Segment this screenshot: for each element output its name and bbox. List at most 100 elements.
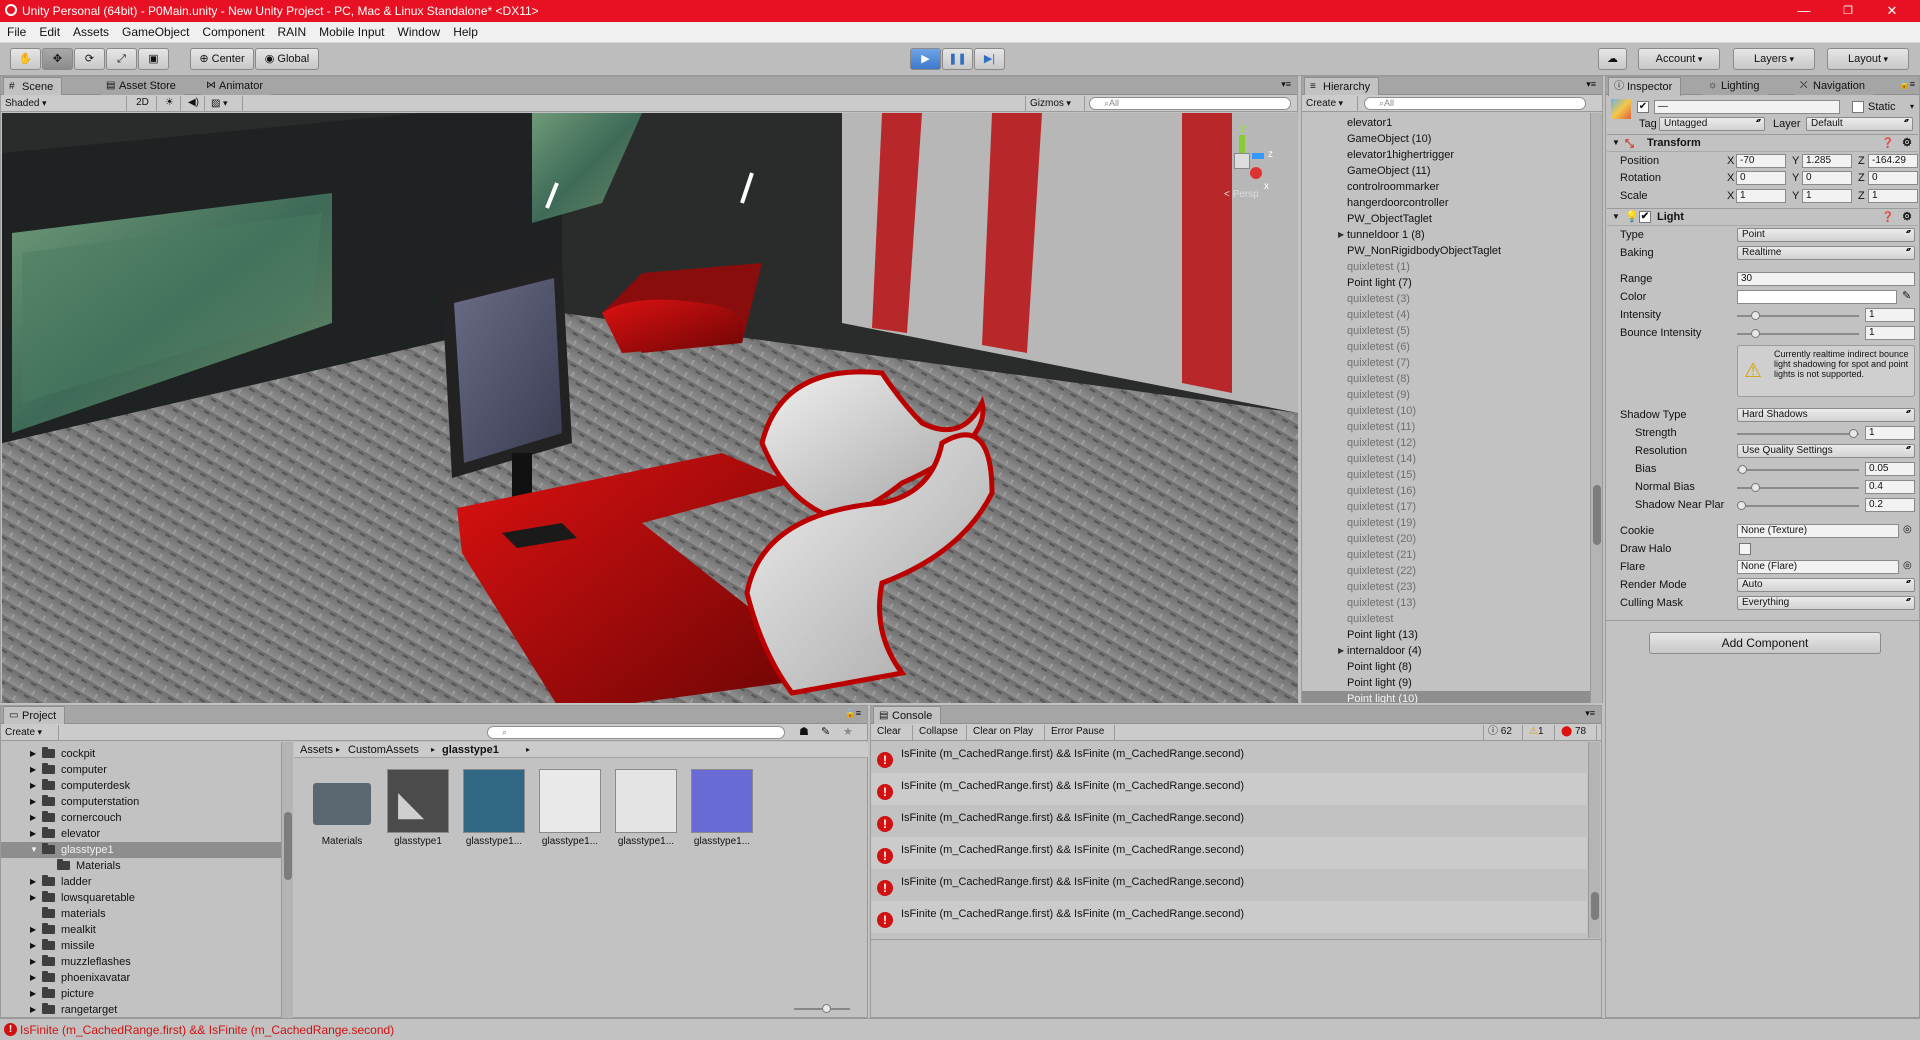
console-info-filter[interactable]: ⓘ 62: [1483, 725, 1523, 740]
folder-item[interactable]: ▶ mealkit: [1, 922, 281, 938]
gizmo-x-arrow[interactable]: [1250, 167, 1262, 179]
hierarchy-item[interactable]: controlroommarker: [1302, 179, 1590, 195]
light-enabled-checkbox[interactable]: ✔: [1639, 211, 1651, 223]
console-clear-on-play-button[interactable]: Clear on Play: [969, 725, 1045, 740]
hierarchy-item[interactable]: quixletest (5): [1302, 323, 1590, 339]
hierarchy-item[interactable]: quixletest (11): [1302, 419, 1590, 435]
audio-toggle[interactable]: ◀): [183, 96, 205, 111]
console-scrollbar[interactable]: [1588, 742, 1600, 938]
layers-dropdown[interactable]: Layers: [1733, 48, 1815, 70]
add-component-button[interactable]: Add Component: [1649, 632, 1881, 654]
bias-slider-knob[interactable]: [1738, 465, 1747, 474]
scale-x-field[interactable]: 1: [1736, 189, 1786, 203]
hierarchy-item[interactable]: quixletest (12): [1302, 435, 1590, 451]
hierarchy-item[interactable]: quixletest: [1302, 611, 1590, 627]
hierarchy-search-input[interactable]: ⌕All: [1364, 97, 1586, 110]
projection-label[interactable]: < Persp: [1224, 189, 1259, 200]
expand-arrow-icon[interactable]: ▶: [30, 986, 36, 1002]
menu-gameobject[interactable]: GameObject: [115, 22, 195, 39]
console-menu-icon[interactable]: ▾≡: [1585, 708, 1595, 719]
asset-material[interactable]: [691, 769, 753, 833]
folder-tree-scroll-thumb[interactable]: [284, 812, 292, 880]
expand-arrow-icon[interactable]: ▶: [30, 938, 36, 954]
asset-folder[interactable]: [311, 769, 373, 833]
folder-item[interactable]: ▶ computerdesk: [1, 778, 281, 794]
console-error-filter[interactable]: ⬤ 78: [1557, 725, 1597, 740]
favorite-star-icon[interactable]: ★: [843, 725, 853, 738]
expand-arrow-icon[interactable]: ▶: [30, 890, 36, 906]
strength-field[interactable]: 1: [1865, 426, 1915, 440]
folder-item[interactable]: materials: [1, 906, 281, 922]
light-type-dropdown[interactable]: Point: [1737, 228, 1915, 242]
hierarchy-item[interactable]: PW_ObjectTaglet: [1302, 211, 1590, 227]
draw-halo-checkbox[interactable]: [1739, 543, 1751, 555]
cookie-field[interactable]: None (Texture): [1737, 524, 1899, 538]
pause-button[interactable]: ❚❚: [942, 48, 973, 70]
folder-tree-scrollbar[interactable]: [281, 742, 293, 1018]
hierarchy-item[interactable]: elevator1highertrigger: [1302, 147, 1590, 163]
bounce-intensity-slider[interactable]: [1737, 326, 1859, 340]
folder-item[interactable]: ▶ computer: [1, 762, 281, 778]
hierarchy-item[interactable]: quixletest (7): [1302, 355, 1590, 371]
hierarchy-item[interactable]: Point light (10): [1302, 691, 1590, 703]
menu-edit[interactable]: Edit: [32, 22, 66, 39]
project-menu-icon[interactable]: 🔒≡: [845, 708, 861, 719]
tab-hierarchy[interactable]: ≡ Hierarchy: [1304, 77, 1380, 96]
gizmo-z-arrow[interactable]: [1252, 153, 1264, 159]
close-button[interactable]: ✕: [1870, 0, 1914, 22]
bounce-intensity-field[interactable]: 1: [1865, 326, 1915, 340]
hierarchy-item[interactable]: quixletest (3): [1302, 291, 1590, 307]
play-button[interactable]: ▶: [910, 48, 941, 70]
bias-slider[interactable]: [1737, 462, 1859, 476]
hierarchy-item[interactable]: quixletest (10): [1302, 403, 1590, 419]
expand-arrow-icon[interactable]: ▶: [30, 1002, 36, 1018]
folder-item[interactable]: ▶ missile: [1, 938, 281, 954]
step-button[interactable]: ▶|: [974, 48, 1005, 70]
console-entry[interactable]: ! IsFinite (m_CachedRange.first) && IsFin…: [871, 773, 1587, 805]
light-header[interactable]: ▼ 💡 ✔ Light ❓ ⚙: [1607, 208, 1918, 226]
culling-mask-dropdown[interactable]: Everything: [1737, 596, 1915, 610]
gizmos-dropdown[interactable]: Gizmos: [1025, 96, 1085, 111]
hierarchy-item[interactable]: Point light (13): [1302, 627, 1590, 643]
console-collapse-button[interactable]: Collapse: [915, 725, 967, 740]
position-y-field[interactable]: 1.285: [1802, 154, 1852, 168]
settings-gear-icon[interactable]: ⚙: [1902, 209, 1912, 225]
cloud-button[interactable]: ☁: [1598, 48, 1627, 70]
flare-field[interactable]: None (Flare): [1737, 560, 1899, 574]
tab-asset-store[interactable]: ▤ Asset Store: [101, 77, 184, 95]
breadcrumb-customassets[interactable]: CustomAssets: [348, 742, 419, 758]
bias-field[interactable]: 0.05: [1865, 462, 1915, 476]
effects-dropdown[interactable]: ▨: [207, 96, 243, 111]
console-entry[interactable]: ! IsFinite (m_CachedRange.first) && IsFin…: [871, 869, 1587, 901]
range-field[interactable]: 30: [1737, 272, 1915, 286]
hierarchy-item[interactable]: quixletest (23): [1302, 579, 1590, 595]
shadow-near-plane-field[interactable]: 0.2: [1865, 498, 1915, 512]
console-entry[interactable]: ! IsFinite (m_CachedRange.first) && IsFin…: [871, 805, 1587, 837]
breadcrumb-assets[interactable]: Assets: [300, 742, 333, 758]
hierarchy-menu-icon[interactable]: ▾≡: [1586, 79, 1596, 90]
rotation-x-field[interactable]: 0: [1736, 171, 1786, 185]
expand-arrow-icon[interactable]: ▶: [1338, 643, 1344, 659]
folder-item[interactable]: ▶ muzzleflashes: [1, 954, 281, 970]
settings-gear-icon[interactable]: ⚙: [1902, 135, 1912, 151]
console-entry[interactable]: ! IsFinite (m_CachedRange.first) && IsFin…: [871, 901, 1587, 933]
hierarchy-item[interactable]: quixletest (19): [1302, 515, 1590, 531]
folder-item[interactable]: ▶ computerstation: [1, 794, 281, 810]
layout-dropdown[interactable]: Layout: [1827, 48, 1909, 70]
help-icon[interactable]: ❓: [1882, 210, 1894, 226]
expand-arrow-icon[interactable]: ▶: [30, 970, 36, 986]
console-scroll-thumb[interactable]: [1591, 892, 1599, 920]
static-dropdown-icon[interactable]: ▾: [1910, 102, 1914, 111]
strength-slider[interactable]: [1737, 426, 1859, 440]
menu-help[interactable]: Help: [446, 22, 484, 39]
asset-material[interactable]: [539, 769, 601, 833]
hierarchy-item[interactable]: elevator1: [1302, 115, 1590, 131]
intensity-slider[interactable]: [1737, 308, 1859, 322]
active-checkbox[interactable]: ✔: [1637, 101, 1649, 113]
asset-material[interactable]: [463, 769, 525, 833]
hierarchy-item[interactable]: hangerdoorcontroller: [1302, 195, 1590, 211]
expand-arrow-icon[interactable]: ▶: [30, 762, 36, 778]
menu-component[interactable]: Component: [195, 22, 270, 39]
hierarchy-item[interactable]: quixletest (20): [1302, 531, 1590, 547]
layer-dropdown[interactable]: Default: [1806, 117, 1913, 131]
